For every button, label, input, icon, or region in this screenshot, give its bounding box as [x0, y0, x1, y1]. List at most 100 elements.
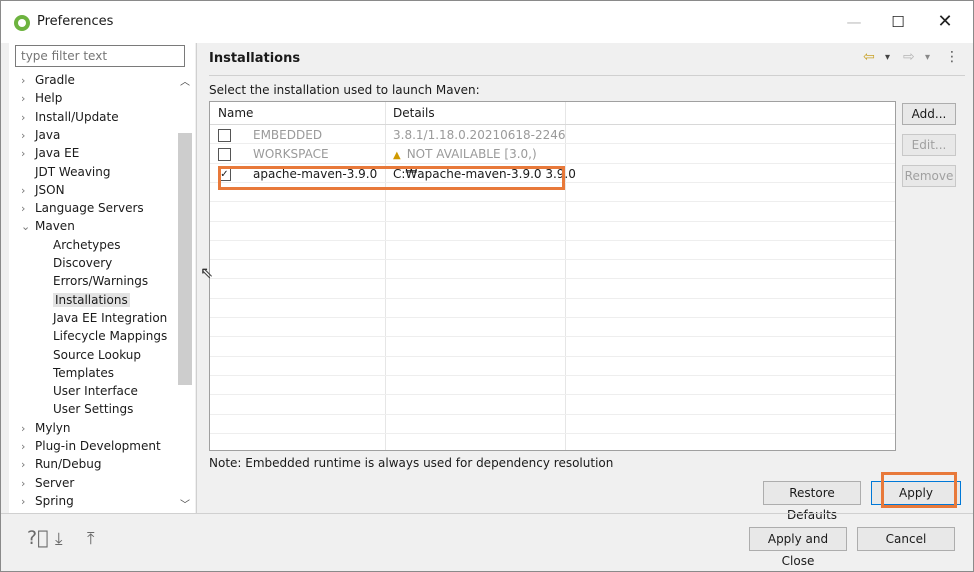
- preference-tree: › Gradle › Help › Install/Update › Java › Java EE…: [9, 71, 177, 513]
- forward-icon[interactable]: ⇨: [903, 49, 915, 65]
- chevron-down-icon[interactable]: ⌄: [21, 218, 35, 236]
- add-button[interactable]: Add...: [902, 103, 956, 125]
- row-divider: [210, 259, 895, 261]
- tree-item-label: JDT Weaving: [35, 164, 111, 179]
- maximize-button[interactable]: ☐: [878, 9, 918, 35]
- note-text: Note: Embedded runtime is always used fo…: [209, 456, 614, 470]
- chevron-right-icon[interactable]: ›: [21, 438, 35, 456]
- chevron-right-icon[interactable]: ›: [21, 145, 35, 163]
- tree-item[interactable]: › Server: [21, 474, 74, 492]
- tree-item-label: Maven: [35, 219, 75, 234]
- tree-item[interactable]: Archetypes: [53, 236, 121, 254]
- apply-and-close-button[interactable]: Apply and Close: [749, 527, 847, 568]
- tree-item[interactable]: JDT Weaving: [21, 163, 110, 181]
- tree-item[interactable]: › Gradle: [21, 71, 75, 89]
- scroll-thumb[interactable]: [178, 133, 192, 385]
- tree-item-label: JSON: [35, 182, 65, 197]
- chevron-right-icon[interactable]: ›: [21, 456, 35, 474]
- row-divider: [210, 336, 895, 338]
- row-checkbox[interactable]: [218, 129, 231, 142]
- tree-item[interactable]: Templates: [53, 364, 114, 382]
- tree-item[interactable]: › Plug-in Development: [21, 437, 161, 455]
- mouse-cursor-icon: ⇖: [200, 263, 214, 282]
- tree-item[interactable]: Lifecycle Mappings: [53, 327, 167, 345]
- tree-item-label: Templates: [53, 365, 115, 380]
- tree-item[interactable]: Installations: [53, 291, 130, 309]
- header-details[interactable]: Details: [385, 102, 435, 124]
- chevron-right-icon[interactable]: ›: [21, 420, 35, 438]
- row-divider: [210, 201, 895, 203]
- edit-button[interactable]: Edit...: [902, 134, 956, 156]
- tree-item[interactable]: Java EE Integration: [53, 309, 167, 327]
- tree-item[interactable]: › Spring: [21, 492, 74, 510]
- chevron-right-icon[interactable]: ›: [21, 109, 35, 127]
- tree-item-label: Run/Debug: [35, 457, 102, 472]
- chevron-right-icon[interactable]: ›: [21, 127, 35, 145]
- tree-item[interactable]: › Help: [21, 89, 62, 107]
- back-menu-icon[interactable]: ▾: [885, 52, 890, 63]
- back-icon[interactable]: ⇦: [863, 49, 875, 65]
- tree-item-label: Java EE Integration: [53, 310, 168, 325]
- spring-logo-icon: [14, 15, 30, 31]
- apply-button-highlight: [881, 472, 957, 508]
- chevron-right-icon[interactable]: ›: [21, 90, 35, 108]
- row-divider: [210, 220, 895, 222]
- filter-input[interactable]: [15, 45, 185, 67]
- chevron-right-icon[interactable]: ›: [21, 72, 35, 90]
- import-icon[interactable]: ⤓: [55, 529, 63, 549]
- tree-item[interactable]: › Language Servers: [21, 199, 144, 217]
- tree-item[interactable]: › Mylyn: [21, 419, 71, 437]
- tree-scrollbar[interactable]: ︿ ﹀: [177, 71, 193, 513]
- tree-item[interactable]: Discovery: [53, 254, 112, 272]
- table-row[interactable]: WORKSPACE ▲ NOT AVAILABLE [3.0,): [210, 145, 895, 164]
- chevron-right-icon[interactable]: ›: [21, 493, 35, 511]
- tree-item[interactable]: Errors/Warnings: [53, 272, 148, 290]
- scroll-up-icon[interactable]: ︿: [180, 73, 190, 88]
- row-divider: [210, 278, 895, 280]
- chevron-right-icon[interactable]: ›: [21, 200, 35, 218]
- tree-item-label: Discovery: [53, 256, 113, 270]
- tree-item[interactable]: User Interface: [53, 382, 138, 400]
- tree-item-label: Installations: [53, 292, 130, 307]
- remove-button[interactable]: Remove: [902, 165, 956, 187]
- preferences-window: Preferences — ☐ ✕ ›Gradle›Help›Install/U…: [0, 0, 974, 572]
- installations-table: Name Details EMBEDDED 3.8.1/1.18.0.202106…: [209, 101, 896, 451]
- right-pane: Installations ⇦ ▾ ⇨ ▾ ⋮ Select the insta…: [197, 43, 973, 522]
- tree-item[interactable]: User Settings: [53, 400, 133, 418]
- chevron-right-icon[interactable]: ›: [21, 475, 35, 493]
- warning-icon: ▲: [393, 150, 401, 162]
- tree-item[interactable]: › JSON: [21, 181, 65, 199]
- cancel-button[interactable]: Cancel: [857, 527, 955, 551]
- help-icon[interactable]: ?⃝: [27, 527, 49, 549]
- tree-item-label: Server: [35, 475, 75, 490]
- restore-defaults-button[interactable]: Restore Defaults: [763, 481, 861, 522]
- tree-item[interactable]: › Run/Debug: [21, 455, 102, 473]
- table-row[interactable]: EMBEDDED 3.8.1/1.18.0.20210618-2246: [210, 126, 895, 145]
- more-menu-icon[interactable]: ⋮: [945, 49, 959, 65]
- tree-item[interactable]: › Java EE: [21, 144, 79, 162]
- page-title: Installations: [209, 51, 301, 66]
- scroll-down-icon[interactable]: ﹀: [180, 496, 190, 511]
- installation-name: WORKSPACE: [253, 147, 329, 162]
- row-divider: [210, 239, 895, 241]
- header-name[interactable]: Name: [210, 102, 253, 124]
- row-divider: [210, 432, 895, 434]
- title-divider: [209, 75, 965, 76]
- tree-item[interactable]: › Install/Update: [21, 108, 119, 126]
- row-divider: [210, 374, 895, 376]
- tree-item-label: Language Servers: [35, 201, 144, 216]
- tree-item[interactable]: Source Lookup: [53, 346, 141, 364]
- close-button[interactable]: ✕: [925, 9, 965, 35]
- export-icon[interactable]: ⤒: [87, 529, 95, 549]
- forward-menu-icon[interactable]: ▾: [925, 52, 930, 63]
- tree-item[interactable]: ⌄ Maven: [21, 217, 75, 235]
- header-divider: [210, 124, 895, 125]
- row-divider: [210, 394, 895, 396]
- chevron-right-icon[interactable]: ›: [21, 182, 35, 200]
- minimize-button[interactable]: —: [834, 9, 874, 35]
- tree-item-label: Lifecycle Mappings: [53, 329, 168, 344]
- row-checkbox[interactable]: [218, 148, 231, 162]
- tree-item[interactable]: › Java: [21, 126, 60, 144]
- details-text: 3.8.1/1.18.0.20210618-2246: [393, 128, 566, 142]
- tree-item-label: Java EE: [35, 146, 80, 161]
